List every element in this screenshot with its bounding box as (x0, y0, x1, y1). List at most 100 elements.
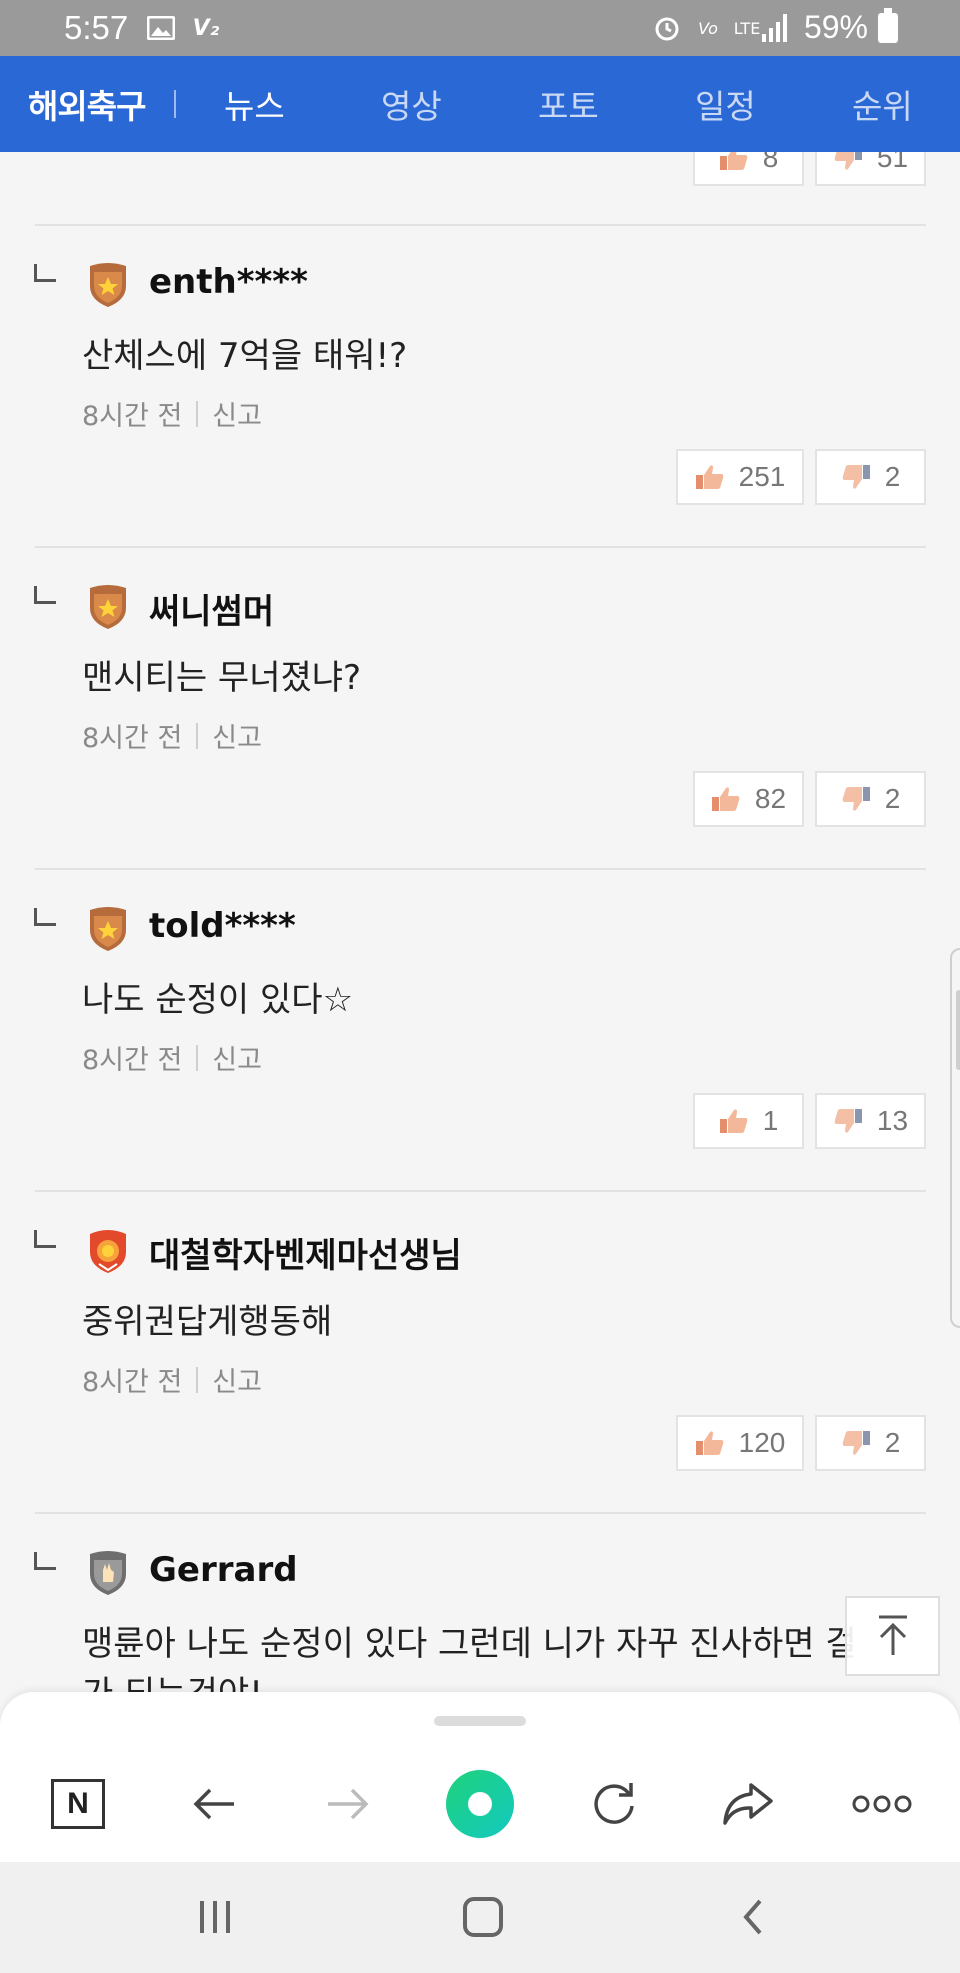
tab-schedule[interactable]: 일정 (695, 80, 756, 128)
like-count: 1 (762, 1105, 779, 1136)
like-button[interactable]: 82 (693, 771, 804, 827)
tab-photo[interactable]: 포토 (538, 80, 599, 128)
comment-time: 8시간 전 (82, 1367, 183, 1398)
thumbs-down-icon (842, 787, 870, 811)
meta-divider (196, 400, 199, 427)
comment-text: 나도 순정이 있다☆ (82, 980, 354, 1020)
comment-list: 8 51 enth**** 산체스에 7억을 태워!? 8시간 전 신고 251… (0, 152, 960, 1692)
comment-meta: 8시간 전 신고 (82, 716, 262, 755)
lte-icon: LTE (733, 18, 761, 38)
comment-text: 맨시티는 무너졌냐? (82, 658, 362, 698)
scroll-indicator[interactable] (950, 948, 960, 1328)
comment-time: 8시간 전 (82, 723, 183, 754)
dislike-button[interactable]: 51 (815, 152, 926, 186)
report-link[interactable]: 신고 (212, 1038, 262, 1077)
like-button[interactable]: 120 (676, 1415, 804, 1471)
report-link[interactable]: 신고 (212, 716, 262, 755)
volte-icon: Vo (698, 18, 718, 38)
recent-apps-button[interactable] (190, 1892, 240, 1942)
thumbs-down-icon (834, 1109, 862, 1133)
green-dot-icon (446, 1770, 514, 1838)
v2-icon: V₂ (192, 15, 220, 41)
comment-text: 중위권답게행동해 (82, 1302, 333, 1342)
tab-ranking[interactable]: 순위 (852, 80, 913, 128)
comment-text-continued: 가 되는건야! (82, 1666, 263, 1692)
report-link[interactable]: 신고 (212, 394, 262, 433)
comment-text: 산체스에 7억을 태워!? (82, 336, 408, 376)
battery-icon (878, 8, 898, 43)
comment-username[interactable]: 대철학자벤제마선생님 (149, 1228, 462, 1277)
like-count: 82 (754, 783, 787, 814)
silver-hand-badge-icon (90, 1551, 126, 1595)
dislike-button[interactable]: 2 (815, 771, 926, 827)
thumbs-up-icon (695, 465, 723, 489)
gallery-icon (146, 14, 176, 42)
refresh-icon (594, 1783, 634, 1824)
reply-indicator (34, 1552, 56, 1570)
like-button[interactable]: 8 (693, 152, 804, 186)
like-count: 8 (762, 152, 779, 173)
recent-apps-icon (200, 1901, 230, 1933)
comment-username[interactable]: told**** (149, 906, 296, 946)
back-nav-button[interactable] (728, 1892, 778, 1942)
comment-meta: 8시간 전 신고 (82, 394, 262, 433)
thumbs-up-icon (711, 787, 740, 811)
share-icon (723, 1783, 773, 1825)
like-count: 251 (738, 461, 786, 492)
arrow-up-icon (878, 1615, 907, 1655)
meta-divider (196, 1366, 199, 1393)
thumbs-down-icon (842, 465, 870, 489)
dislike-button[interactable]: 13 (815, 1093, 926, 1149)
drag-handle[interactable] (434, 1716, 526, 1726)
naver-home-button[interactable]: N (46, 1772, 110, 1836)
dislike-count: 2 (884, 1427, 901, 1458)
comment-username[interactable]: Gerrard (149, 1550, 298, 1590)
home-icon (463, 1897, 503, 1937)
red-medal-badge-icon (90, 1230, 126, 1273)
bronze-star-badge-icon (90, 907, 126, 951)
tab-video[interactable]: 영상 (381, 80, 442, 128)
like-button[interactable]: 251 (676, 449, 804, 505)
share-button[interactable] (716, 1772, 780, 1836)
comment-text: 맹륜아 나도 순정이 있다 그런데 니가 자꾸 진사하면 걸 (82, 1624, 857, 1664)
comment-username[interactable]: 써니썸머 (149, 584, 274, 633)
back-button[interactable] (182, 1772, 246, 1836)
comment-item: told**** 나도 순정이 있다☆ 8시간 전 신고 1 13 (0, 870, 960, 1192)
dislike-button[interactable]: 2 (815, 449, 926, 505)
naver-home-icon: N (51, 1779, 105, 1829)
comment-item: 써니썸머 맨시티는 무너졌냐? 8시간 전 신고 82 2 (0, 548, 960, 870)
dislike-button[interactable]: 2 (815, 1415, 926, 1471)
report-link[interactable]: 신고 (212, 1360, 262, 1399)
section-nav: 해외축구 뉴스 영상 포토 일정 순위 (0, 56, 960, 152)
reply-indicator (34, 586, 56, 604)
thumbs-up-icon (719, 1109, 748, 1133)
more-button[interactable] (850, 1772, 914, 1836)
dislike-count: 13 (876, 1105, 909, 1136)
comment-item: Gerrard 맹륜아 나도 순정이 있다 그런데 니가 자꾸 진사하면 걸 가… (0, 1514, 960, 1692)
back-arrow-icon (193, 1788, 234, 1820)
forward-button[interactable] (316, 1772, 380, 1836)
more-icon (852, 1795, 912, 1813)
comment-item: enth**** 산체스에 7억을 태워!? 8시간 전 신고 251 2 (0, 226, 960, 548)
bronze-star-badge-icon (90, 585, 126, 629)
meta-divider (196, 1044, 199, 1071)
thumbs-down-icon (842, 1431, 870, 1455)
nav-brand[interactable]: 해외축구 (28, 80, 146, 128)
bronze-star-badge-icon (90, 263, 126, 307)
green-dot-button[interactable] (444, 1768, 516, 1840)
signal-icon (762, 14, 790, 42)
like-button[interactable]: 1 (693, 1093, 804, 1149)
dislike-count: 2 (884, 783, 901, 814)
reply-indicator (34, 264, 56, 282)
tab-news[interactable]: 뉴스 (224, 80, 285, 128)
refresh-button[interactable] (582, 1772, 646, 1836)
reply-indicator (34, 908, 56, 926)
comment-item: 대철학자벤제마선생님 중위권답게행동해 8시간 전 신고 120 2 (0, 1192, 960, 1514)
home-button[interactable] (458, 1892, 508, 1942)
comment-username[interactable]: enth**** (149, 262, 308, 302)
thumbs-up-icon (719, 152, 748, 170)
back-icon (743, 1899, 762, 1935)
dislike-count: 51 (876, 152, 909, 173)
like-count: 120 (738, 1427, 786, 1458)
scroll-to-top-button[interactable] (845, 1596, 940, 1676)
